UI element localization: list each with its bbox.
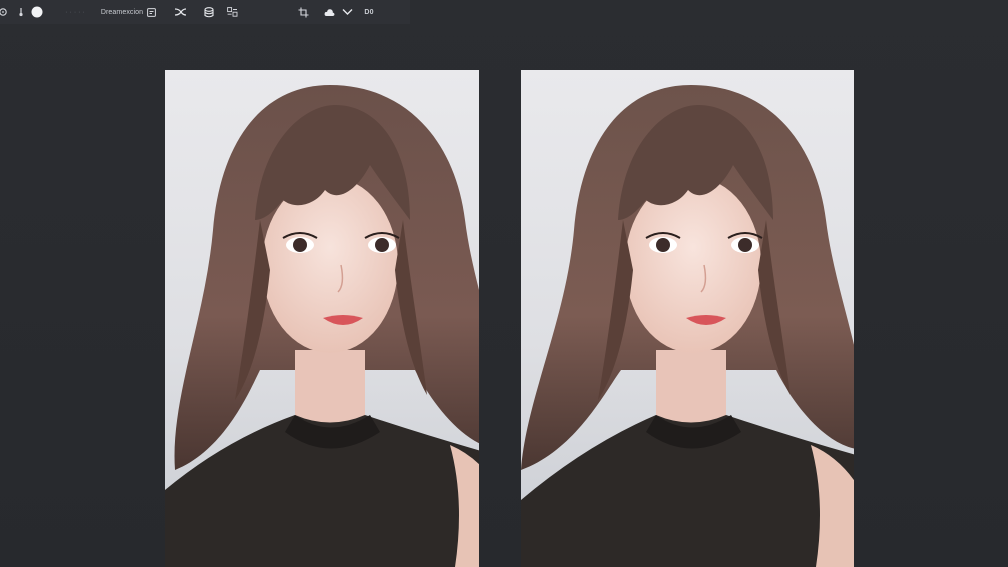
database-icon[interactable] <box>203 4 215 20</box>
gear-icon[interactable] <box>0 4 10 20</box>
top-toolbar: ····· Dreamexcion D0 <box>0 0 410 24</box>
circle-icon[interactable] <box>30 4 44 20</box>
shuffle-icon[interactable] <box>173 4 187 20</box>
compare-icon[interactable] <box>226 4 238 20</box>
portrait-illustration <box>165 85 479 567</box>
original-portrait-image <box>165 70 479 567</box>
chevron-down-icon[interactable] <box>341 4 353 20</box>
document-label[interactable]: Dreamexcion <box>101 4 143 20</box>
toolbar-separator-dots: ····· <box>65 8 87 16</box>
edited-portrait-image <box>521 70 854 567</box>
zoom-value[interactable]: D0 <box>359 4 379 20</box>
portrait-illustration <box>521 85 854 567</box>
cloud-icon[interactable] <box>323 4 335 20</box>
layers-icon[interactable] <box>146 4 156 20</box>
crop-icon[interactable] <box>297 4 309 20</box>
editor-app: ····· Dreamexcion D0 <box>0 0 1008 567</box>
brush-icon[interactable] <box>16 4 26 20</box>
